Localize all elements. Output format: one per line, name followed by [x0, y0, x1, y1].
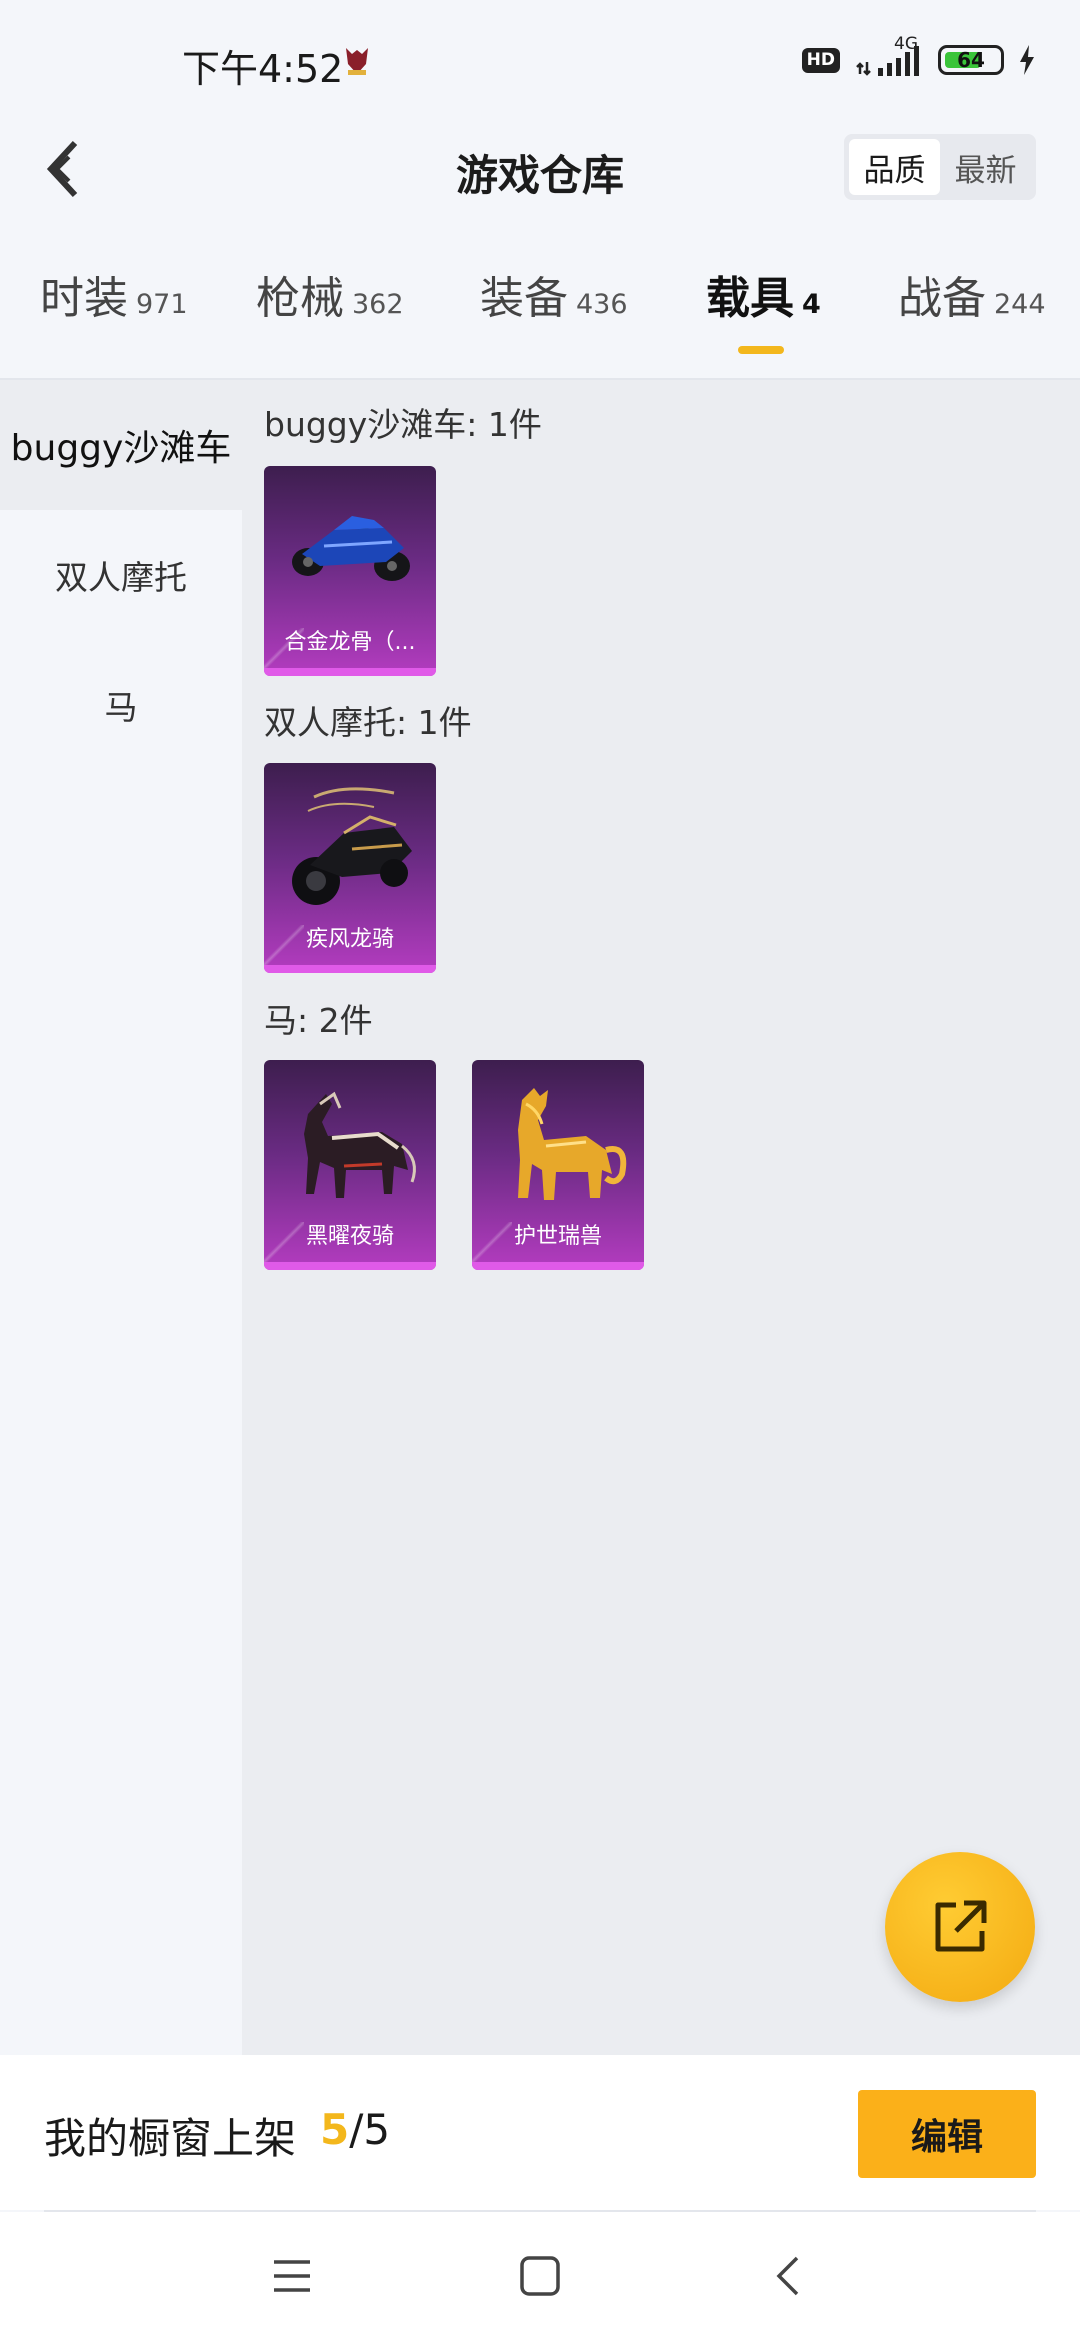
sidebar-item-horse[interactable]: 马	[0, 640, 242, 770]
tab-equipment[interactable]: 装备 436	[480, 262, 628, 326]
tab-label: 时装	[40, 273, 128, 324]
tab-vehicles[interactable]: 载具 4	[706, 262, 821, 326]
status-bar: 下午4:52 HD 4G 64	[0, 0, 1080, 120]
share-fab-button[interactable]	[885, 1852, 1035, 2002]
item-name: 合金龙骨（...	[284, 630, 416, 655]
tab-count: 436	[576, 289, 628, 320]
golden-beast-icon	[518, 1088, 627, 1200]
battery-level: 64	[957, 48, 985, 72]
tab-firearms[interactable]: 枪械 362	[256, 262, 404, 326]
group-title-motorcycle: 双人摩托: 1件	[264, 703, 472, 742]
app-notification-icon	[346, 48, 368, 75]
active-tab-indicator	[738, 346, 784, 354]
sort-newest-option[interactable]: 最新	[940, 139, 1031, 195]
tab-count: 971	[136, 289, 188, 320]
motorcycle-icon	[292, 787, 412, 905]
item-name: 黑曜夜骑	[305, 1224, 394, 1249]
battery-icon: 64	[938, 45, 1004, 75]
showcase-count: 5/5	[320, 2105, 390, 2154]
showcase-current: 5	[320, 2105, 350, 2154]
menu-icon	[274, 2260, 310, 2292]
group-title-buggy: buggy沙滩车: 1件	[264, 405, 542, 444]
tab-label: 装备	[480, 273, 568, 324]
tab-count: 4	[802, 289, 821, 320]
showcase-total: /5	[349, 2105, 391, 2154]
item-card[interactable]: 疾风龙骑	[264, 763, 436, 973]
sidebar-item-motorcycle[interactable]: 双人摩托	[0, 510, 242, 640]
tab-label: 战备	[898, 273, 986, 324]
sidebar-item-buggy[interactable]: buggy沙滩车	[0, 380, 242, 510]
item-card[interactable]: 护世瑞兽	[472, 1060, 644, 1270]
showcase-label: 我的橱窗上架	[44, 2114, 297, 2163]
status-time: 下午4:52	[182, 47, 344, 91]
system-nav-bar	[0, 2212, 1080, 2340]
back-nav-button[interactable]	[758, 2246, 818, 2306]
tab-count: 362	[352, 289, 404, 320]
sidebar: buggy沙滩车 双人摩托 马	[0, 380, 242, 2055]
menu-nav-button[interactable]	[262, 2246, 322, 2306]
edit-button[interactable]: 编辑	[858, 2090, 1036, 2178]
share-external-icon	[935, 1900, 987, 1952]
signal-icon: 4G	[854, 34, 924, 80]
item-grid-panel: buggy沙滩车: 1件 合金龙骨（... 双人摩托: 1件 疾风龙骑 马: 2…	[242, 380, 1080, 2055]
item-name: 疾风龙骑	[305, 927, 394, 952]
buggy-car-icon	[292, 516, 410, 581]
tab-supplies[interactable]: 战备 244	[898, 262, 1046, 326]
home-icon	[520, 2256, 560, 2296]
sort-toggle: 品质 最新	[844, 134, 1036, 200]
tab-label: 枪械	[256, 273, 344, 324]
sort-quality-option[interactable]: 品质	[849, 139, 940, 195]
item-card[interactable]: 合金龙骨（...	[264, 466, 436, 676]
group-title-horse: 马: 2件	[264, 1001, 373, 1040]
showcase-bar: 我的橱窗上架 5/5 编辑	[0, 2055, 1080, 2210]
back-icon	[776, 2256, 799, 2296]
category-tabs: 时装 971 枪械 362 装备 436 载具 4 战备 244	[0, 262, 1080, 362]
hd-badge: HD	[801, 47, 840, 73]
home-nav-button[interactable]	[510, 2246, 570, 2306]
network-type: 4G	[894, 34, 918, 54]
tab-count: 244	[994, 289, 1046, 320]
tab-label: 载具	[706, 273, 794, 324]
item-name: 护世瑞兽	[513, 1224, 602, 1249]
item-card[interactable]: 黑曜夜骑	[264, 1060, 436, 1270]
tab-fashion[interactable]: 时装 971	[40, 262, 188, 326]
charging-icon	[1020, 45, 1034, 75]
header: 游戏仓库 品质 最新	[0, 120, 1080, 220]
dark-horse-icon	[304, 1091, 416, 1198]
